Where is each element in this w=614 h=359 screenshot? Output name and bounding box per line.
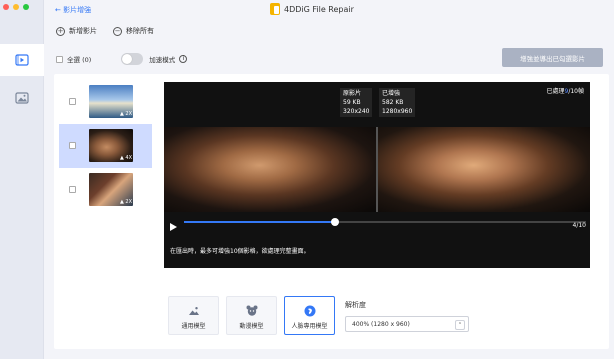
info-icon[interactable]: i (179, 55, 188, 63)
landscape-icon (188, 307, 199, 315)
main-area: ← 影片增強 4DDiG File Repair + 新增影片 − 移除所有 全… (44, 0, 614, 359)
video-thumbnail: ▲ 2X (89, 85, 133, 118)
toolbar: + 新增影片 − 移除所有 (56, 26, 154, 36)
original-info: 原影片 59 KB 320x240 (340, 88, 373, 117)
face-model-button[interactable]: 人臉專用模型 (284, 296, 335, 335)
add-video-button[interactable]: + 新增影片 (56, 26, 97, 36)
app-title: 4DDiG File Repair (270, 3, 354, 15)
video-list-item[interactable]: ▲ 4X (59, 124, 152, 168)
general-model-label: 通用模型 (181, 323, 206, 330)
model-selector: 通用模型 動漫模型 人臉專用模型 (168, 296, 335, 335)
anime-model-label: 動漫模型 (239, 323, 264, 330)
close-window-button[interactable] (3, 4, 9, 10)
options-row: 全選 (0) 加速模式 i (56, 53, 188, 65)
plus-circle-icon: + (56, 26, 65, 36)
video-checkbox[interactable] (69, 186, 76, 193)
select-all-checkbox[interactable] (56, 55, 63, 63)
export-tip: 在匯出時，最多可增強10個影格，欲處理完整畫面。 (170, 248, 310, 255)
anime-model-button[interactable]: 動漫模型 (226, 296, 277, 335)
video-preview: 原影片 59 KB 320x240 已增強 582 KB 1280x960 已處… (164, 82, 590, 268)
resolution-label: 解析度 (345, 301, 366, 309)
video-thumbnail: ▲ 2X (89, 173, 133, 206)
sidebar (0, 0, 44, 359)
sidebar-photo-button[interactable] (0, 82, 44, 114)
video-checkbox[interactable] (69, 98, 76, 105)
export-label: 增強並導出已勾選影片 (520, 54, 585, 63)
title-bar: ← 影片增強 4DDiG File Repair (44, 0, 614, 20)
original-dims: 320x240 (343, 108, 370, 115)
scale-badge: ▲ 2X (119, 199, 132, 205)
enhanced-size: 582 KB (382, 99, 404, 106)
video-thumbnail: ▲ 4X (89, 129, 133, 162)
general-model-button[interactable]: 通用模型 (168, 296, 219, 335)
video-icon (15, 54, 29, 66)
seek-bar-track[interactable] (336, 221, 586, 223)
minimize-window-button[interactable] (13, 4, 19, 10)
enhanced-info: 已增強 582 KB 1280x960 (379, 88, 416, 117)
original-size: 59 KB (343, 99, 361, 106)
video-list-item[interactable]: ▲ 2X (59, 80, 152, 124)
back-label: 影片增強 (63, 6, 92, 14)
app-title-text: 4DDiG File Repair (284, 4, 354, 14)
enhanced-dims: 1280x960 (382, 108, 413, 115)
resolution-value: 400% (1280 x 960) (352, 320, 410, 328)
original-title: 原影片 (343, 90, 362, 97)
app-logo-icon (270, 3, 280, 15)
export-button[interactable]: 增強並導出已勾選影片 (502, 48, 603, 67)
sidebar-video-button[interactable] (0, 44, 44, 76)
add-video-label: 新增影片 (69, 27, 97, 35)
enhanced-title: 已增強 (382, 90, 401, 97)
minus-circle-icon: − (113, 26, 122, 36)
enhanced-frame (378, 127, 590, 212)
processed-frames: 已處理9/10幀 (546, 88, 584, 95)
window-controls (3, 4, 29, 10)
zoom-window-button[interactable] (23, 4, 29, 10)
chevron-updown-icon: ⌃ (455, 320, 465, 330)
seek-handle[interactable] (331, 218, 339, 226)
accel-mode-label: 加速模式 (149, 56, 176, 64)
seek-bar-progress[interactable] (184, 221, 336, 223)
anime-face-icon (246, 305, 257, 316)
select-all-label: 全選 (0) (67, 56, 92, 64)
video-list-item[interactable]: ▲ 2X (59, 168, 152, 212)
video-checkbox[interactable] (69, 142, 76, 149)
back-link[interactable]: ← 影片增強 (55, 5, 91, 15)
frame-counter: 4/10 (572, 222, 586, 229)
player-controls: 4/10 (164, 222, 590, 244)
content-panel: ▲ 2X ▲ 4X ▲ 2X 原影片 59 KB 320x240 已增強 582… (54, 74, 609, 349)
face-icon (304, 305, 315, 317)
play-icon[interactable] (170, 223, 177, 231)
remove-all-label: 移除所有 (126, 27, 154, 35)
resolution-select[interactable]: 400% (1280 x 960) ⌃ (345, 316, 469, 332)
accel-mode-toggle[interactable] (121, 53, 144, 65)
face-model-label: 人臉專用模型 (291, 323, 328, 330)
remove-all-button[interactable]: − 移除所有 (113, 26, 154, 36)
scale-badge: ▲ 2X (119, 111, 132, 117)
original-frame (164, 127, 376, 212)
scale-badge: ▲ 4X (119, 155, 132, 161)
image-icon (15, 92, 29, 104)
